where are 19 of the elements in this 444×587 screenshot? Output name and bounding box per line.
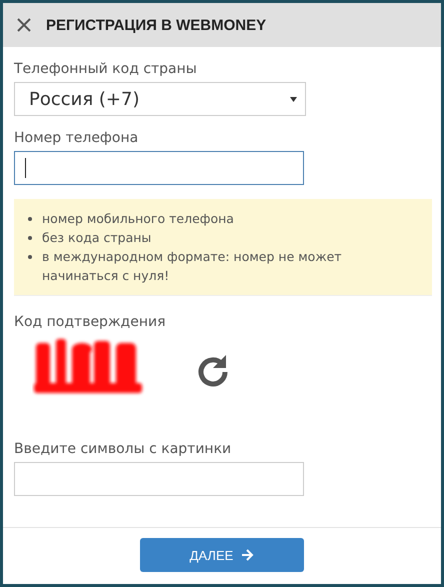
field-label: Телефонный код страны: [14, 61, 197, 77]
phone-input-field[interactable]: [14, 151, 304, 185]
dropdown-caret-icon: [290, 96, 297, 102]
field-label: Введите символы с картинки: [14, 441, 232, 457]
hint-text: без кода страны: [42, 229, 152, 247]
hint-text: номер мобильного телефона: [42, 210, 234, 228]
next-button[interactable]: ДАЛЕЕ: [140, 538, 304, 572]
bullet-icon: [28, 255, 32, 259]
arrow-right-icon: [241, 549, 254, 561]
dialog-title: РЕГИСТРАЦИЯ В WEBMONEY: [46, 16, 266, 34]
bullet-icon: [28, 217, 32, 221]
refresh-icon[interactable]: [196, 353, 230, 387]
country-select[interactable]: Россия (+7): [14, 82, 306, 116]
hint-text: в международном формате: номер не может начинаться с нуля!: [42, 248, 343, 285]
bullet-icon: [28, 236, 32, 240]
field-label: Номер телефона: [14, 130, 138, 146]
close-icon[interactable]: [16, 17, 32, 33]
field-label: Код подтверждения: [14, 314, 166, 330]
code-input-field[interactable]: [14, 462, 304, 496]
